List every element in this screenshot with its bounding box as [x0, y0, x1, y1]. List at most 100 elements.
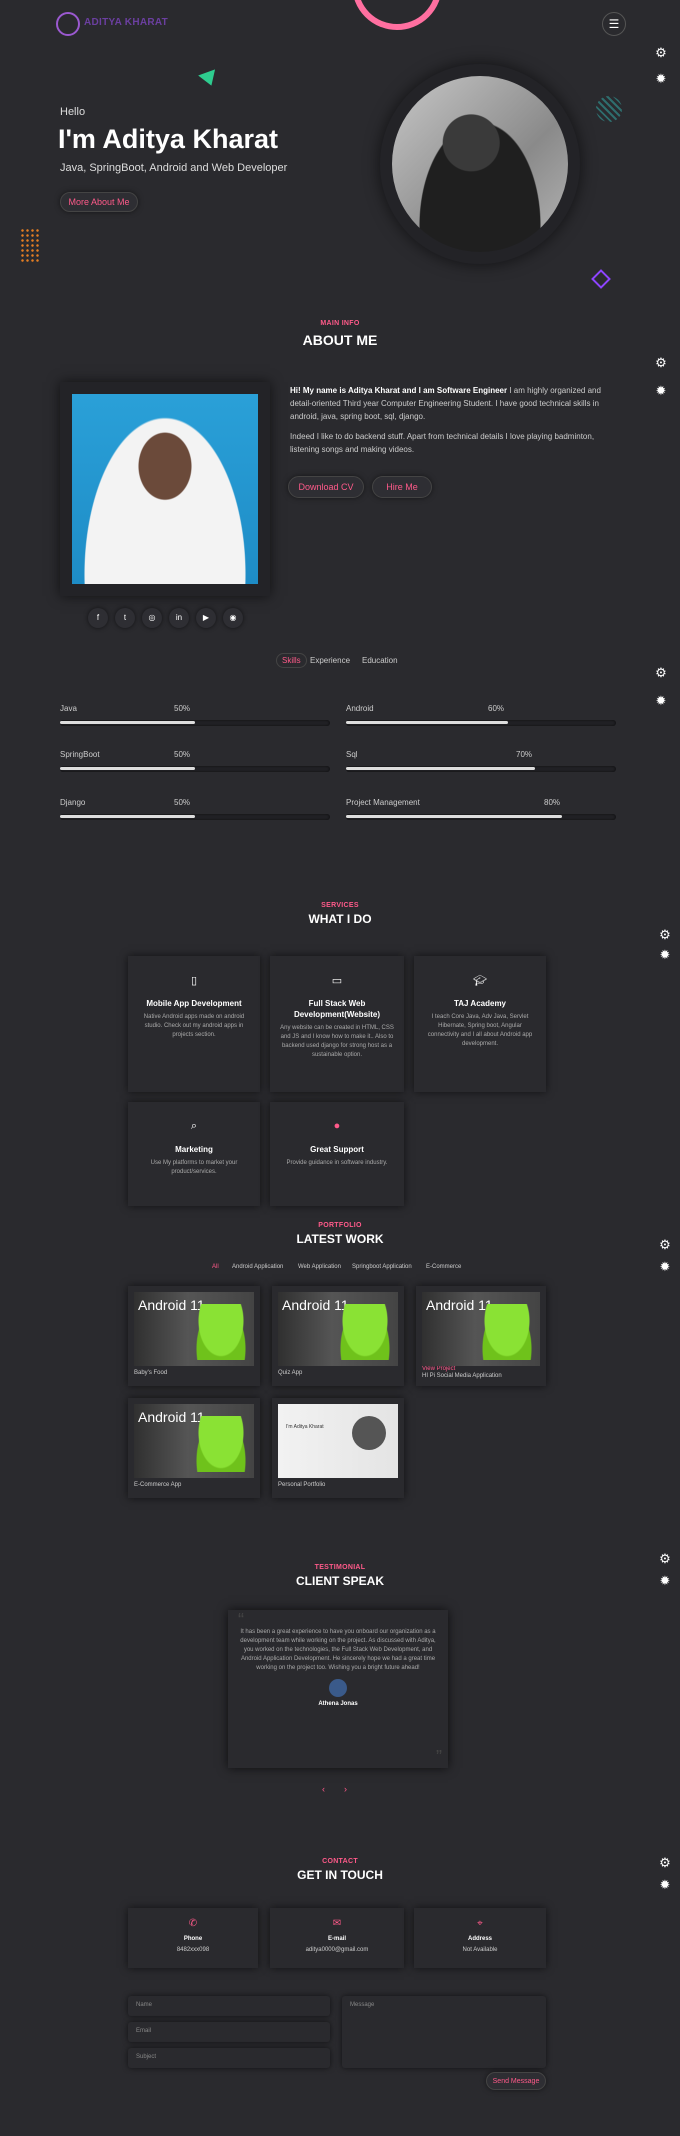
quote-close-icon: ”: [436, 1747, 442, 1767]
skill-bar-fill: [60, 815, 195, 818]
work-card[interactable]: Android 11 Baby's Food: [128, 1286, 260, 1386]
gear-icon[interactable]: ✹: [654, 72, 668, 86]
skill-bar-fill: [346, 815, 562, 818]
twitter-icon[interactable]: t: [115, 608, 135, 628]
name-field[interactable]: Name: [128, 1996, 330, 2016]
download-cv-button[interactable]: Download CV: [288, 476, 364, 498]
work-card[interactable]: Android 11 E-Commerce App: [128, 1398, 260, 1498]
contact-label: Phone: [183, 1936, 203, 1942]
contact-card-address: ⌖ Address Not Available: [414, 1908, 546, 1968]
mic-icon: ●: [333, 1120, 341, 1132]
profile-photo: [60, 382, 270, 596]
tab-skills[interactable]: Skills: [276, 653, 307, 668]
android-robot-icon: [196, 1304, 246, 1360]
more-about-me-button[interactable]: More About Me: [60, 192, 138, 212]
search-icon: ⌕: [190, 1120, 198, 1132]
gear-icon[interactable]: ✹: [654, 384, 668, 398]
contact-card-phone: ✆ Phone 8482xxx098: [128, 1908, 258, 1968]
service-title: Mobile App Development: [146, 999, 242, 1008]
facebook-icon[interactable]: f: [88, 608, 108, 628]
about-intro-bold: Hi! My name is Aditya Kharat and I am So…: [290, 386, 508, 395]
android-robot-icon: [340, 1304, 390, 1360]
work-caption: Quiz App: [278, 1370, 303, 1376]
work-image-text: Android 11: [138, 1297, 205, 1313]
work-image-text: I'm Aditya Kharat: [286, 1424, 324, 1430]
filter-ecommerce[interactable]: E-Commerce: [426, 1264, 461, 1270]
skill-name: Sql: [346, 750, 358, 759]
skill-percent: 60%: [488, 704, 505, 713]
prev-arrow-icon[interactable]: ‹: [322, 1784, 325, 1794]
gear-icon[interactable]: ⚙: [654, 46, 668, 60]
view-project-link[interactable]: View Project: [422, 1366, 540, 1372]
email-field[interactable]: Email: [128, 2022, 330, 2042]
decor-dots-circle: [596, 96, 622, 122]
work-thumbnail: Android 11: [278, 1292, 398, 1366]
contact-value[interactable]: aditya0000@gmail.com: [270, 1947, 404, 1953]
work-card[interactable]: I'm Aditya Kharat Personal Portfolio: [272, 1398, 404, 1498]
tab-experience[interactable]: Experience: [310, 656, 350, 665]
gear-icon[interactable]: ✹: [654, 694, 668, 708]
gear-icon[interactable]: ⚙: [654, 356, 668, 370]
skill-percent: 80%: [544, 798, 561, 807]
youtube-icon[interactable]: ▶: [196, 608, 216, 628]
service-title: Full Stack Web Development(Website): [293, 999, 381, 1019]
send-message-button[interactable]: Send Message: [486, 2072, 546, 2090]
skill-name: Java: [60, 704, 77, 713]
work-thumbnail: Android 11: [422, 1292, 540, 1366]
filter-springboot[interactable]: Springboot Application: [352, 1264, 412, 1270]
gear-icon[interactable]: ✹: [658, 948, 672, 962]
service-card: 🎓︎ TAJ Academy I teach Core Java, Adv Ja…: [414, 956, 546, 1092]
next-arrow-icon[interactable]: ›: [344, 1784, 347, 1794]
tab-education[interactable]: Education: [362, 656, 398, 665]
skill-percent: 50%: [174, 704, 191, 713]
filter-android[interactable]: Android Application: [232, 1264, 283, 1270]
section-tag: MAIN INFO: [320, 320, 360, 327]
work-caption: HI Pi Social Media Application: [422, 1373, 502, 1379]
skill-percent: 50%: [174, 798, 191, 807]
gear-icon[interactable]: ✹: [658, 1260, 672, 1274]
skill-bar: [60, 766, 330, 772]
github-icon[interactable]: ◉: [223, 608, 243, 628]
service-title: TAJ Academy: [453, 999, 507, 1008]
section-title: LATEST WORK: [296, 1232, 384, 1246]
gear-icon[interactable]: ⚙: [658, 928, 672, 942]
work-thumbnail: I'm Aditya Kharat: [278, 1404, 398, 1478]
filter-all[interactable]: All: [212, 1264, 219, 1270]
work-card[interactable]: Android 11 Quiz App: [272, 1286, 404, 1386]
section-tag: TESTIMONIAL: [314, 1564, 366, 1571]
work-caption: E-Commerce App: [134, 1482, 182, 1488]
work-thumbnail: Android 11: [134, 1404, 254, 1478]
filter-web[interactable]: Web Application: [298, 1264, 341, 1270]
decor-diamond: [591, 269, 611, 289]
about-para2: Indeed I like to do backend stuff. Apart…: [290, 432, 595, 454]
hero-greeting: Hello: [60, 106, 86, 118]
skill-bar-fill: [60, 767, 195, 770]
instagram-icon[interactable]: ◎: [142, 608, 162, 628]
work-caption: Personal Portfolio: [278, 1482, 326, 1488]
skill-name: SpringBoot: [60, 750, 100, 759]
section-tag: SERVICES: [321, 902, 359, 909]
testimonial-card: “ It has been a great experience to have…: [228, 1610, 448, 1768]
linkedin-icon[interactable]: in: [169, 608, 189, 628]
service-desc: Use My platforms to market your product/…: [150, 1160, 238, 1175]
service-title: Great Support: [310, 1145, 364, 1154]
contact-label: Address: [467, 1936, 492, 1942]
gear-icon[interactable]: ⚙: [654, 666, 668, 680]
skill-bar-fill: [60, 721, 195, 724]
section-tag: CONTACT: [322, 1858, 358, 1865]
envelope-icon: ✉: [332, 1918, 342, 1929]
decor-triangle: [198, 69, 220, 89]
skill-bar-fill: [346, 721, 508, 724]
contact-value[interactable]: 8482xxx098: [128, 1947, 258, 1953]
hire-me-button[interactable]: Hire Me: [372, 476, 432, 498]
skill-name: Project Management: [346, 798, 420, 807]
hamburger-icon[interactable]: ☰: [602, 12, 626, 36]
skill-percent: 50%: [174, 750, 191, 759]
logo-circle-icon[interactable]: [56, 12, 80, 36]
work-card[interactable]: Android 11 View Project HI Pi Social Med…: [416, 1286, 546, 1386]
service-title: Marketing: [175, 1145, 213, 1154]
subject-field[interactable]: Subject: [128, 2048, 330, 2068]
message-field[interactable]: Message: [342, 1996, 546, 2068]
laptop-icon: ▭: [331, 975, 343, 987]
logo-text[interactable]: ADITYA KHARAT: [84, 17, 168, 28]
